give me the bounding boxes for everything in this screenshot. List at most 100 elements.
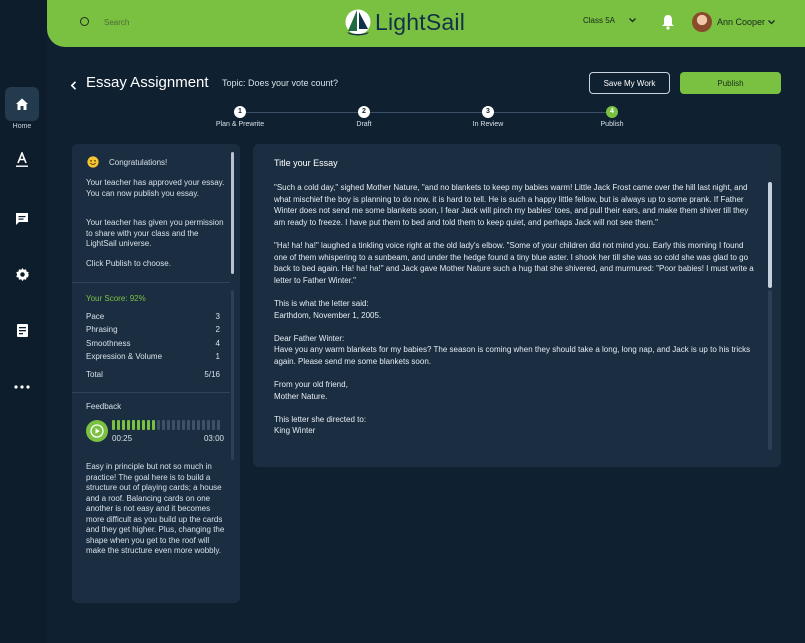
waveform-bar (197, 420, 200, 430)
step-label: Plan & Prewrite (215, 121, 265, 128)
notifications-button[interactable] (661, 14, 675, 35)
score-total-row: Total 5/16 (86, 370, 220, 379)
essay-topic: Topic: Does your vote count? (222, 78, 339, 88)
step-label: In Review (472, 121, 504, 128)
waveform-bar (217, 420, 220, 430)
page-title: Essay Assignment (86, 74, 209, 91)
waveform-bar (167, 420, 170, 430)
search-input[interactable] (104, 14, 254, 30)
waveform-bar (212, 420, 215, 430)
score-heading: Your Score: 92% (86, 294, 146, 303)
audio-elapsed: 00:25 (112, 434, 133, 443)
total-value: 5/16 (204, 370, 220, 379)
feedback-panel: Congratulations! Your teacher has approv… (72, 144, 240, 603)
score-row: Pace 3 (86, 312, 220, 321)
essay-paragraph: "Ha! ha! ha!" laughed a tinkling voice r… (274, 240, 754, 285)
waveform-bar (137, 420, 140, 430)
waveform-bar (172, 420, 175, 430)
essay-paragraph: Dear Father Winter: Have you any warm bl… (274, 333, 751, 366)
step-in-review[interactable]: 3 In Review (448, 106, 528, 128)
essay-scrollbar-track[interactable] (768, 290, 772, 450)
feedback-heading: Feedback (86, 402, 122, 411)
step-label: Publish (600, 121, 624, 128)
step-number: 3 (482, 106, 494, 118)
divider (72, 282, 230, 283)
smiley-icon (87, 156, 99, 168)
play-audio-button[interactable] (86, 420, 108, 442)
nav-home-label: Home (12, 123, 32, 130)
step-number: 2 (358, 106, 370, 118)
bell-icon (662, 15, 674, 30)
waveform-bar (207, 420, 210, 430)
score-row: Phrasing 2 (86, 325, 220, 334)
score-row: Smoothness 4 (86, 339, 220, 348)
feedback-comment: Easy in principle but not so much in pra… (86, 462, 225, 555)
nav-home[interactable] (5, 87, 39, 121)
divider (72, 392, 230, 393)
publish-button[interactable]: Publish (680, 72, 781, 94)
score-value: 2 (215, 325, 220, 334)
waveform-bar (192, 420, 195, 430)
chevron-down-icon (768, 19, 776, 24)
waveform-bar (162, 420, 165, 430)
waveform-bar (152, 420, 155, 430)
waveform-bar (117, 420, 120, 430)
score-label: Smoothness (86, 339, 131, 348)
side-nav: Home (0, 0, 47, 643)
user-name: Ann Cooper (717, 17, 766, 27)
feedback-scrollbar-thumb[interactable] (231, 152, 234, 274)
essay-paragraph: This letter she directed to: King Winter (274, 414, 367, 436)
approved-message: Your teacher has approved your essay. Yo… (86, 178, 225, 198)
home-icon (16, 98, 28, 110)
score-value: 3 (215, 312, 220, 321)
waveform-bar (142, 420, 145, 430)
score-label: Expression & Volume (86, 352, 163, 361)
essay-scrollbar-thumb[interactable] (768, 182, 772, 288)
nav-more[interactable] (5, 370, 39, 404)
nav-settings[interactable] (5, 257, 39, 291)
waveform-bar (147, 420, 150, 430)
score-value: 1 (215, 352, 220, 361)
waveform-bar (122, 420, 125, 430)
essay-paragraph: This is what the letter said: Earthdom, … (274, 298, 382, 320)
nav-library[interactable] (5, 313, 39, 347)
total-label: Total (86, 370, 103, 379)
waveform-bar (177, 420, 180, 430)
score-label: Phrasing (86, 325, 118, 334)
settings-icon (15, 267, 29, 281)
audio-waveform[interactable] (112, 420, 224, 430)
step-plan-prewrite[interactable]: 1 Plan & Prewrite (200, 106, 280, 128)
audio-duration: 03:00 (203, 434, 224, 443)
step-draft[interactable]: 2 Draft (324, 106, 404, 128)
waveform-bar (187, 420, 190, 430)
publish-instruction: Click Publish to choose. (86, 259, 171, 268)
chevron-left-icon (70, 81, 77, 90)
user-menu[interactable]: Ann Cooper (717, 17, 776, 27)
back-button[interactable] (70, 77, 77, 95)
waveform-bar (202, 420, 205, 430)
avatar[interactable] (692, 12, 712, 32)
waveform-bar (157, 420, 160, 430)
essay-title-field[interactable]: Title your Essay (274, 158, 338, 168)
class-select[interactable]: Class 5A (583, 16, 636, 25)
waveform-bar (127, 420, 130, 430)
essay-paragraph: From your old friend, Mother Nature. (274, 380, 348, 401)
score-row: Expression & Volume 1 (86, 352, 220, 361)
essay-body[interactable]: "Such a cold day," sighed Mother Nature,… (274, 182, 756, 454)
waveform-bar (132, 420, 135, 430)
class-label: Class 5A (583, 16, 616, 25)
step-publish[interactable]: 4 Publish (572, 106, 652, 128)
step-number: 4 (606, 106, 618, 118)
permission-message: Your teacher has given you permission to… (86, 218, 224, 248)
save-my-work-button[interactable]: Save My Work (589, 72, 670, 94)
sail-logo-icon (345, 9, 371, 36)
book-icon (16, 323, 28, 337)
essay-paragraph: "Such a cold day," sighed Mother Nature,… (274, 183, 749, 227)
top-bar: LightSail Class 5A Ann Cooper (47, 0, 805, 47)
step-label: Draft (356, 121, 372, 128)
stepper-track (240, 112, 612, 113)
feedback-scrollbar-track[interactable] (231, 290, 234, 460)
nav-messages[interactable] (5, 202, 39, 236)
nav-text[interactable] (5, 143, 39, 177)
message-icon (16, 213, 28, 225)
